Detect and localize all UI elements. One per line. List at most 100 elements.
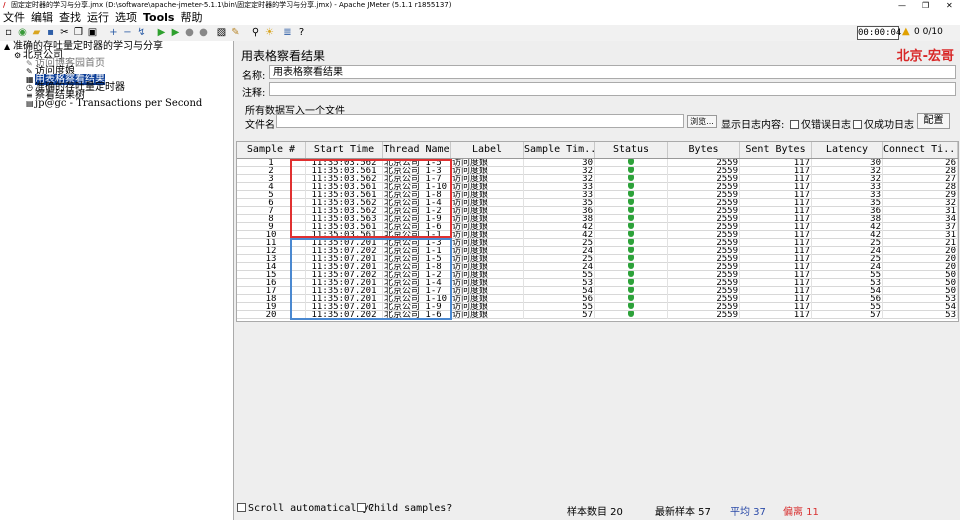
table-cell: 117 bbox=[740, 159, 812, 167]
child-samples-box[interactable] bbox=[357, 503, 366, 512]
table-cell: 55 bbox=[524, 271, 595, 279]
maximize-icon[interactable]: ❐ bbox=[922, 0, 929, 11]
copy-icon[interactable]: ❐ bbox=[73, 27, 84, 38]
table-row[interactable]: 3 11:35:03.562 北京公司 1-7 访问度娘 32 2559 117 32 27 bbox=[237, 175, 958, 183]
table-cell: 访问度娘 bbox=[451, 263, 524, 271]
comment-field[interactable] bbox=[269, 82, 956, 96]
table-row[interactable]: 4 11:35:03.561 北京公司 1-10 访问度娘 33 2559 117 33 28 bbox=[237, 183, 958, 191]
table-cell: 10 bbox=[237, 231, 306, 239]
remote-icon[interactable]: ▧ bbox=[216, 27, 227, 38]
table-cell: 117 bbox=[740, 175, 812, 183]
table-cell: 11:35:03.562 bbox=[306, 199, 383, 207]
warning-icon[interactable]: ▲ bbox=[902, 26, 910, 37]
table-cell: 访问度娘 bbox=[451, 199, 524, 207]
new-icon[interactable]: ▫ bbox=[3, 27, 14, 38]
table-row[interactable]: 10 11:35:03.561 北京公司 1-1 访问度娘 42 2559 117 42 31 bbox=[237, 231, 958, 239]
status-cell bbox=[595, 223, 668, 231]
help-icon[interactable]: ? bbox=[296, 27, 307, 38]
table-row[interactable]: 7 11:35:03.562 北京公司 1-2 访问度娘 36 2559 117 36 31 bbox=[237, 207, 958, 215]
table-row[interactable]: 12 11:35:07.202 北京公司 1-1 访问度娘 24 2559 117 24 20 bbox=[237, 247, 958, 255]
table-row[interactable]: 18 11:35:07.201 北京公司 1-10 访问度娘 56 2559 117 56 53 bbox=[237, 295, 958, 303]
minimize-icon[interactable]: — bbox=[898, 0, 906, 11]
table-row[interactable]: 15 11:35:07.202 北京公司 1-2 访问度娘 55 2559 117 55 50 bbox=[237, 271, 958, 279]
menu-options[interactable]: 选项 bbox=[112, 11, 140, 25]
scroll-auto-checkbox[interactable]: Scroll automatically? bbox=[237, 503, 374, 514]
tree-node[interactable]: ▤jp@gc - Transactions per Second bbox=[26, 99, 202, 109]
close-icon[interactable]: ✕ bbox=[946, 0, 953, 11]
table-row[interactable]: 17 11:35:07.201 北京公司 1-7 访问度娘 54 2559 117 54 50 bbox=[237, 287, 958, 295]
results-table[interactable]: Sample # Start Time Thread Name Label Sample… bbox=[236, 141, 959, 322]
table-cell: 31 bbox=[883, 207, 958, 215]
paste-icon[interactable]: ▣ bbox=[87, 27, 98, 38]
table-cell: 访问度娘 bbox=[451, 167, 524, 175]
status-cell bbox=[595, 231, 668, 239]
table-cell: 56 bbox=[524, 295, 595, 303]
column-header[interactable]: Thread Name bbox=[383, 142, 451, 158]
table-row[interactable]: 13 11:35:07.201 北京公司 1-5 访问度娘 25 2559 117 25 20 bbox=[237, 255, 958, 263]
table-row[interactable]: 20 11:35:07.202 北京公司 1-6 访问度娘 57 2559 117 57 53 bbox=[237, 311, 958, 319]
stop-icon[interactable]: ● bbox=[184, 27, 195, 38]
scroll-auto-box[interactable] bbox=[237, 503, 246, 512]
column-header[interactable]: Sent Bytes bbox=[740, 142, 812, 158]
table-cell: 37 bbox=[883, 223, 958, 231]
column-header[interactable]: Start Time bbox=[306, 142, 383, 158]
table-row[interactable]: 8 11:35:03.563 北京公司 1-9 访问度娘 38 2559 117 38 34 bbox=[237, 215, 958, 223]
errors-only-box[interactable] bbox=[790, 120, 799, 129]
table-cell: 2559 bbox=[668, 159, 740, 167]
table-cell: 北京公司 1-9 bbox=[383, 303, 451, 311]
open-icon[interactable]: ▰ bbox=[31, 27, 42, 38]
collapse-icon[interactable]: − bbox=[122, 27, 133, 38]
shutdown-icon[interactable]: ● bbox=[198, 27, 209, 38]
column-header[interactable]: Sample # bbox=[237, 142, 306, 158]
status-cell bbox=[595, 311, 668, 319]
menu-run[interactable]: 运行 bbox=[84, 11, 112, 25]
save-icon[interactable]: ▪ bbox=[45, 27, 56, 38]
table-cell: 11:35:03.561 bbox=[306, 167, 383, 175]
table-cell: 北京公司 1-6 bbox=[383, 223, 451, 231]
table-row[interactable]: 11 11:35:07.201 北京公司 1-3 访问度娘 25 2559 117 25 21 bbox=[237, 239, 958, 247]
start-no-pause-icon[interactable]: ▶ bbox=[170, 27, 181, 38]
column-header[interactable]: Connect Ti... bbox=[883, 142, 958, 158]
table-cell: 北京公司 1-2 bbox=[383, 207, 451, 215]
table-row[interactable]: 16 11:35:07.201 北京公司 1-4 访问度娘 53 2559 117 53 50 bbox=[237, 279, 958, 287]
menu-tools[interactable]: Tools bbox=[140, 11, 177, 25]
configure-button[interactable]: 配置 bbox=[917, 113, 950, 129]
column-header[interactable]: Status bbox=[595, 142, 668, 158]
toggle-icon[interactable]: ↯ bbox=[136, 27, 147, 38]
success-only-box[interactable] bbox=[853, 120, 862, 129]
column-header[interactable]: Latency bbox=[812, 142, 883, 158]
clear-icon[interactable]: ✎ bbox=[230, 27, 241, 38]
table-cell: 24 bbox=[524, 247, 595, 255]
table-row[interactable]: 2 11:35:03.561 北京公司 1-3 访问度娘 32 2559 117 32 28 bbox=[237, 167, 958, 175]
success-only-checkbox[interactable]: 仅成功日志 bbox=[853, 116, 914, 131]
function-helper-icon[interactable]: ≣ bbox=[282, 27, 293, 38]
search-icon[interactable]: ⚲ bbox=[250, 27, 261, 38]
cut-icon[interactable]: ✂ bbox=[59, 27, 70, 38]
column-header[interactable]: Sample Tim... bbox=[524, 142, 595, 158]
table-cell: 29 bbox=[883, 191, 958, 199]
menu-edit[interactable]: 编辑 bbox=[28, 11, 56, 25]
filename-input[interactable] bbox=[276, 114, 684, 128]
column-header[interactable]: Label bbox=[451, 142, 524, 158]
table-row[interactable]: 14 11:35:07.201 北京公司 1-8 访问度娘 24 2559 117 24 20 bbox=[237, 263, 958, 271]
expand-icon[interactable]: + bbox=[108, 27, 119, 38]
table-row[interactable]: 5 11:35:03.561 北京公司 1-8 访问度娘 33 2559 117 33 29 bbox=[237, 191, 958, 199]
browse-button[interactable]: 浏览... bbox=[687, 115, 717, 128]
column-header[interactable]: Bytes bbox=[668, 142, 740, 158]
table-row[interactable]: 6 11:35:03.562 北京公司 1-4 访问度娘 35 2559 117 35 32 bbox=[237, 199, 958, 207]
table-row[interactable]: 1 11:35:03.562 北京公司 1-5 访问度娘 30 2559 117 30 26 bbox=[237, 159, 958, 167]
reset-search-icon[interactable]: ☀ bbox=[264, 27, 275, 38]
test-plan-tree[interactable]: ▲ 准确的存吐量定时器的学习与分享 ⚙ 北京公司 ✎ 访问博客园首页 ✎ 访问度娘 ▦用表格察看… bbox=[0, 41, 234, 520]
menu-search[interactable]: 查找 bbox=[56, 11, 84, 25]
templates-icon[interactable]: ◉ bbox=[17, 27, 28, 38]
errors-only-checkbox[interactable]: 仅错误日志 bbox=[790, 116, 851, 131]
name-field[interactable]: 用表格察看结果 bbox=[269, 65, 956, 79]
start-icon[interactable]: ▶ bbox=[156, 27, 167, 38]
child-samples-checkbox[interactable]: Child samples? bbox=[357, 503, 452, 514]
menu-file[interactable]: 文件 bbox=[0, 11, 28, 25]
menu-help[interactable]: 帮助 bbox=[177, 11, 205, 25]
window-title: 固定定时器的学习与分享.jmx (D:\software\apache-jmet… bbox=[11, 1, 452, 9]
table-cell: 53 bbox=[883, 311, 958, 319]
table-row[interactable]: 9 11:35:03.561 北京公司 1-6 访问度娘 42 2559 117 42 37 bbox=[237, 223, 958, 231]
table-row[interactable]: 19 11:35:07.201 北京公司 1-9 访问度娘 55 2559 117 55 54 bbox=[237, 303, 958, 311]
